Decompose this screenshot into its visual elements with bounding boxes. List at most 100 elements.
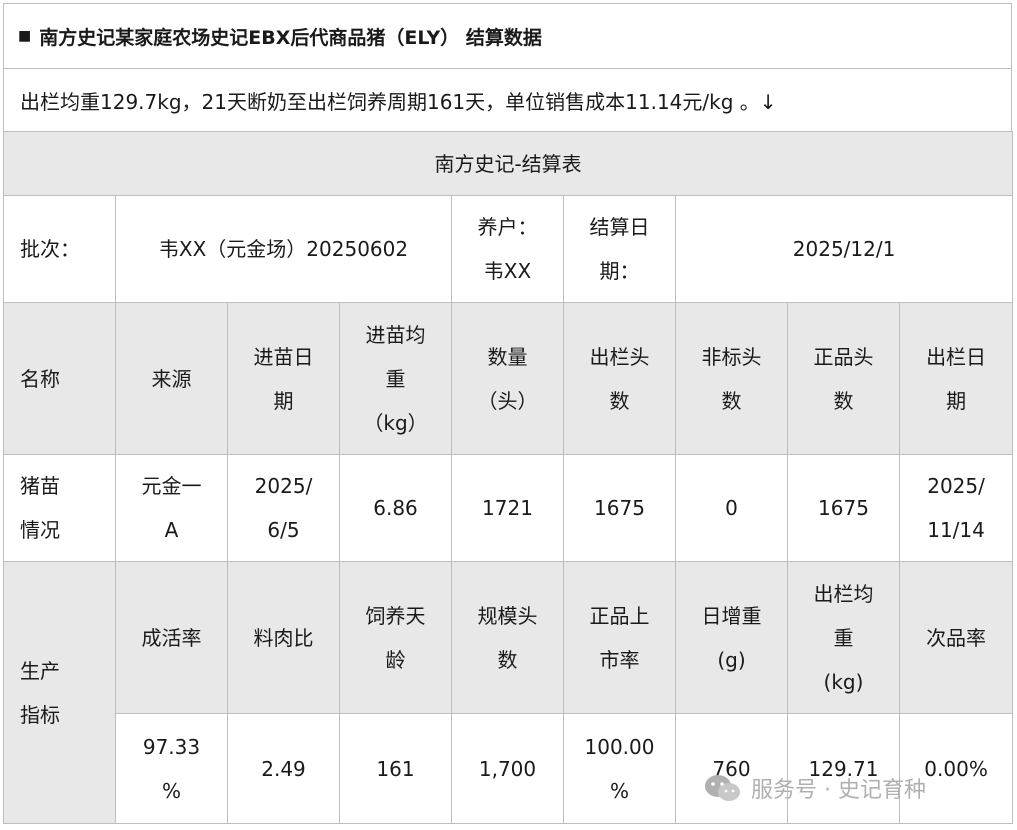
indicator-value: 97.33% bbox=[115, 713, 228, 824]
indicator-value-row: 97.33% 2.49 161 1,700 100.00% 760 129.71 0.00% bbox=[4, 713, 1014, 824]
column-header-line: 非标头 bbox=[701, 344, 762, 369]
indicator-header-line: (g) bbox=[717, 647, 746, 672]
farmer-cell: 养户： 韦XX bbox=[451, 195, 564, 303]
indicator-header: 正品上 市率 bbox=[563, 561, 676, 714]
farmer-name: 韦XX bbox=[483, 259, 532, 283]
indicator-value-line: 129.71 bbox=[808, 756, 879, 781]
piglet-cell: 1721 bbox=[451, 454, 564, 562]
indicator-header-line: 成活率 bbox=[141, 625, 202, 650]
column-header-line: 进苗日 bbox=[253, 344, 314, 369]
column-header-line: 数 bbox=[833, 388, 854, 413]
indicator-header-line: 正品上 bbox=[589, 603, 650, 628]
farmer-label: 养户： bbox=[477, 215, 538, 239]
document: ■ 南方史记某家庭农场史记EBX后代商品猪（ELY） 结算数据 出栏均重129.… bbox=[2, 3, 1014, 824]
column-header-line: 重 bbox=[385, 366, 406, 391]
indicator-header-line: 次品率 bbox=[926, 625, 987, 650]
column-header-line: 期 bbox=[273, 388, 294, 413]
piglet-cell-line: 情况 bbox=[20, 518, 60, 542]
indicator-header: 成活率 bbox=[115, 561, 228, 714]
piglet-cell-line: 2025/ bbox=[254, 474, 313, 498]
piglet-cell: 0 bbox=[675, 454, 788, 562]
column-header-line: 进苗均 bbox=[365, 322, 426, 347]
settle-date-label-line-1: 结算日 bbox=[589, 215, 650, 239]
production-label: 生产 指标 bbox=[3, 561, 116, 824]
column-header: 进苗均重 （kg） bbox=[339, 302, 452, 455]
document-title: ■ 南方史记某家庭农场史记EBX后代商品猪（ELY） 结算数据 bbox=[3, 3, 1012, 68]
indicator-value-line: 760 bbox=[712, 756, 751, 781]
indicator-header-line: 饲养天 bbox=[365, 603, 426, 628]
indicator-value-line: 0.00% bbox=[924, 756, 988, 781]
piglet-cell-line: A bbox=[164, 518, 179, 542]
indicator-value: 161 bbox=[339, 713, 452, 824]
piglet-cell: 元金一 A bbox=[115, 454, 228, 562]
column-header-line: 数 bbox=[721, 388, 742, 413]
column-header: 出栏日期 bbox=[898, 302, 1014, 455]
column-header-line: 来源 bbox=[151, 366, 192, 391]
indicator-header: 日增重 (g) bbox=[675, 561, 788, 714]
column-header: 来源 bbox=[115, 302, 228, 455]
column-header: 名称 bbox=[3, 302, 116, 455]
indicator-value: 1,700 bbox=[451, 713, 564, 824]
header-row: 名称 来源 进苗日期进苗均重（kg） 数量 （头） 出栏头数非标头数正品头数出栏日期 bbox=[3, 302, 1014, 455]
column-header: 数量 （头） bbox=[451, 302, 564, 455]
indicator-header: 料肉比 bbox=[227, 561, 340, 714]
indicator-value: 760 bbox=[675, 713, 788, 824]
piglet-cell-line: 11/14 bbox=[927, 518, 985, 542]
piglet-cell-line: 1675 bbox=[818, 496, 869, 520]
indicator-header-line: 市率 bbox=[599, 647, 640, 672]
piglet-cell-line: 1721 bbox=[482, 496, 533, 520]
column-header-line: 正品头 bbox=[813, 344, 874, 369]
indicator-value-line: 1,700 bbox=[478, 756, 537, 781]
summary-text: 出栏均重129.7kg，21天断奶至出栏饲养周期161天，单位销售成本11.14… bbox=[3, 68, 1012, 131]
column-header: 正品头数 bbox=[787, 302, 900, 455]
column-header-line: 数 bbox=[609, 388, 630, 413]
indicator-value-line: 161 bbox=[376, 756, 415, 781]
column-header-line: （kg） bbox=[363, 410, 428, 435]
piglet-cell-line: 元金一 bbox=[141, 474, 202, 498]
column-header: 进苗日期 bbox=[227, 302, 340, 455]
indicator-header-line: 重 bbox=[833, 625, 854, 650]
production-label-line: 指标 bbox=[20, 702, 60, 727]
indicator-value: 129.71 bbox=[787, 713, 900, 824]
indicator-header-line: 出栏均 bbox=[813, 581, 874, 606]
indicator-header: 次品率 bbox=[898, 561, 1014, 714]
indicator-header-line: 龄 bbox=[385, 647, 406, 672]
piglet-cell: 1675 bbox=[563, 454, 676, 562]
indicator-header-line: 规模头 bbox=[477, 603, 538, 628]
settle-date-label-line-2: 期： bbox=[599, 259, 640, 283]
batch-value: 韦XX（元金场）20250602 bbox=[115, 195, 452, 303]
piglet-cell-line: 6.86 bbox=[373, 496, 418, 520]
column-header: 非标头数 bbox=[675, 302, 788, 455]
indicator-header: 饲养天龄 bbox=[339, 561, 452, 714]
batch-label: 批次： bbox=[3, 195, 116, 303]
settlement-table: 南方史记-结算表 批次： 韦XX（元金场）20250602 养户： 韦XX 结算… bbox=[2, 131, 1014, 824]
piglet-cell-line: 1675 bbox=[594, 496, 645, 520]
piglet-cell: 1675 bbox=[787, 454, 900, 562]
indicator-value-line: % bbox=[609, 778, 629, 803]
indicator-value: 100.00% bbox=[563, 713, 676, 824]
square-bullet-icon: ■ bbox=[18, 28, 32, 44]
column-header-line: 数量 bbox=[487, 344, 528, 369]
settle-date-label: 结算日 期： bbox=[563, 195, 676, 303]
piglet-cell: 2025/6/5 bbox=[227, 454, 340, 562]
indicator-value: 2.49 bbox=[227, 713, 340, 824]
piglet-cell-line: 2025/ bbox=[927, 474, 985, 498]
piglet-cell: 2025/11/14 bbox=[898, 454, 1014, 562]
column-header-line: （头） bbox=[477, 388, 538, 413]
indicator-value-line: 2.49 bbox=[261, 756, 306, 781]
column-header-line: 期 bbox=[946, 388, 967, 413]
indicator-header: 规模头数 bbox=[451, 561, 564, 714]
column-header: 出栏头数 bbox=[563, 302, 676, 455]
piglet-cell-line: 猪苗 bbox=[20, 474, 60, 498]
column-header-line: 出栏头 bbox=[589, 344, 650, 369]
production-label-line: 生产 bbox=[20, 658, 60, 683]
piglet-cell: 6.86 bbox=[339, 454, 452, 562]
indicator-value-line: 97.33 bbox=[142, 734, 201, 759]
indicator-value-line: 100.00 bbox=[584, 734, 655, 759]
piglet-cell-line: 0 bbox=[725, 496, 738, 520]
title-text: 南方史记某家庭农场史记EBX后代商品猪（ELY） 结算数据 bbox=[39, 26, 542, 49]
indicator-header: 出栏均重 (kg) bbox=[787, 561, 900, 714]
table-heading: 南方史记-结算表 bbox=[2, 131, 1014, 196]
indicator-header-line: (kg) bbox=[823, 669, 864, 694]
indicator-value-line: % bbox=[161, 778, 181, 803]
